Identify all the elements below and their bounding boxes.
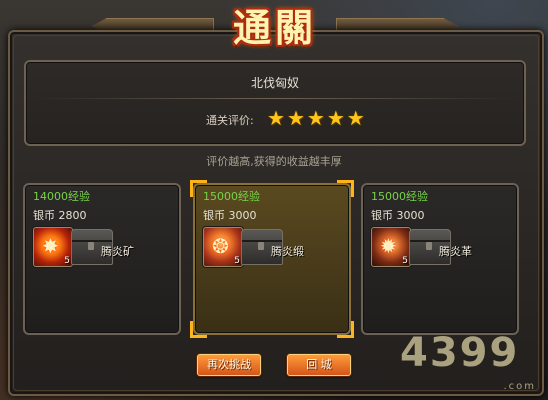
dialog-title: 通關: [232, 4, 317, 50]
exp-reward: 15000经验: [203, 190, 260, 203]
level-info-panel: 北伐匈奴 通关评价: ★ ★ ★ ★ ★: [24, 60, 526, 146]
reward-card-1[interactable]: 14000经验 银币 2800 ✸ 5 腾炎矿: [23, 183, 181, 335]
exp-reward: 14000经验: [33, 190, 90, 203]
item-count: 5: [402, 256, 408, 266]
watermark-domain: .com: [503, 381, 536, 392]
watermark-text: 4399: [400, 330, 520, 376]
item-count: 5: [234, 256, 240, 266]
title-banner: 通關: [218, 0, 332, 50]
fire-silk-icon[interactable]: ❂ 5: [203, 227, 243, 267]
star-icon: ★: [326, 106, 345, 130]
exp-reward: 15000经验: [371, 190, 428, 203]
fire-leather-icon[interactable]: ✹ 5: [371, 227, 411, 267]
selection-corner: [190, 321, 207, 338]
rating-stars: ★ ★ ★ ★ ★: [267, 106, 365, 130]
silver-reward: 银币 3000: [371, 209, 425, 222]
selection-corner: [337, 180, 354, 197]
star-icon: ★: [286, 106, 305, 130]
item-name: 腾炎缎: [271, 245, 304, 258]
reward-card-3[interactable]: 15000经验 银币 3000 ✹ 5 腾炎革: [361, 183, 519, 335]
star-icon: ★: [306, 106, 325, 130]
star-icon: ★: [346, 106, 365, 130]
star-icon: ★: [267, 106, 285, 130]
item-name: 腾炎革: [439, 245, 472, 258]
return-to-city-button[interactable]: 回 城: [287, 354, 351, 376]
item-count: 5: [64, 256, 70, 266]
retry-button[interactable]: 再次挑战: [197, 354, 261, 376]
rating-hint: 评价越高,获得的收益越丰厚: [206, 155, 342, 168]
reward-card-2[interactable]: 15000经验 银币 3000 ❂ 5 腾炎缎: [190, 180, 354, 338]
silver-reward: 银币 2800: [33, 209, 87, 222]
item-name: 腾炎矿: [101, 245, 134, 258]
divider: [36, 98, 514, 99]
rating-label: 通关评价:: [206, 114, 254, 127]
selection-corner: [337, 321, 354, 338]
silver-reward: 银币 3000: [203, 209, 257, 222]
level-name: 北伐匈奴: [250, 76, 299, 90]
fire-ore-icon[interactable]: ✸ 5: [33, 227, 73, 267]
site-watermark: 4399 .com: [400, 330, 540, 394]
